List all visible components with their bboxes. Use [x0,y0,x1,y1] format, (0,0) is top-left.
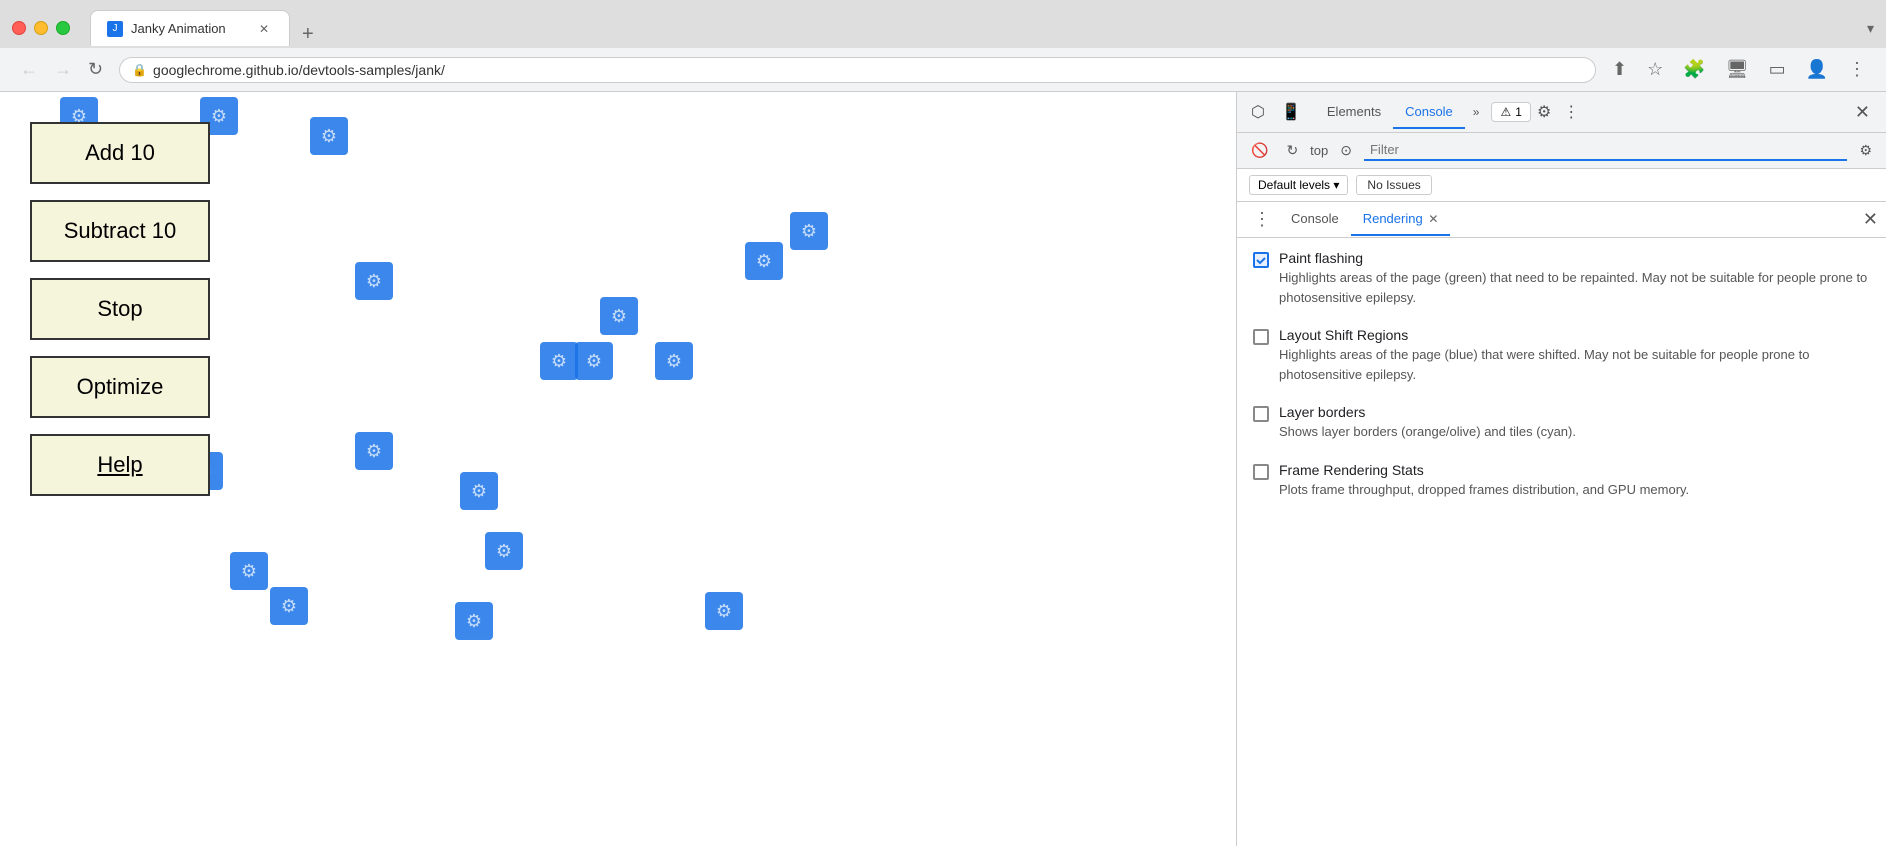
traffic-lights [12,21,70,35]
blue-square [460,472,498,510]
address-text: googlechrome.github.io/devtools-samples/… [153,62,1583,78]
layer-borders-checkbox[interactable] [1253,406,1269,422]
profile-button[interactable]: 👤 [1798,55,1836,84]
console-levels-bar: Default levels ▾ No Issues [1237,169,1886,202]
tab-dropdown-button[interactable]: ▾ [1867,20,1874,37]
warning-count: 1 [1515,105,1522,119]
blue-square [540,342,578,380]
add-10-button[interactable]: Add 10 [30,122,210,184]
tab-bar: J Janky Animation ✕ + [90,10,1867,46]
devtools-panel: ⬡ 📱 Elements Console » ⚠ 1 ⚙ ⋮ ✕ 🚫 ↻ top… [1236,92,1886,846]
warning-badge: ⚠ 1 [1491,102,1530,122]
console-settings-button[interactable]: ⚙ [1853,140,1878,161]
console-tab[interactable]: Console [1393,96,1465,129]
blue-square [745,242,783,280]
reload-page-button[interactable]: ↻ [1280,140,1304,161]
devtools-close-button[interactable]: ✕ [1847,98,1878,127]
active-tab[interactable]: J Janky Animation ✕ [90,10,290,46]
warning-icon: ⚠ [1500,105,1511,119]
close-button[interactable] [12,21,26,35]
devtools-more-options-button[interactable]: ⋮ [1557,98,1585,126]
tab-title: Janky Animation [131,21,247,36]
default-levels-button[interactable]: Default levels ▾ [1249,175,1348,195]
rendering-item-frame-rendering-stats: Frame Rendering Stats Plots frame through… [1253,462,1870,500]
drawer-close-button[interactable]: ✕ [1863,209,1878,230]
nav-bar: ← → ↻ 🔒 googlechrome.github.io/devtools-… [0,48,1886,92]
stop-button[interactable]: Stop [30,278,210,340]
console-filter-toggle[interactable]: ⊙ [1334,140,1358,161]
layout-shift-regions-description: Highlights areas of the page (blue) that… [1279,345,1870,384]
optimize-button[interactable]: Optimize [30,356,210,418]
rendering-item-paint-flashing: Paint flashing Highlights areas of the pa… [1253,250,1870,307]
paint-flashing-description: Highlights areas of the page (green) tha… [1279,268,1870,307]
drawer-rendering-tab[interactable]: Rendering ✕ [1351,203,1451,236]
devtools-settings-button[interactable]: ⚙ [1531,98,1557,126]
inspect-element-button[interactable]: ⬡ [1245,98,1271,126]
frame-rendering-stats-checkbox[interactable] [1253,464,1269,480]
clear-console-button[interactable]: 🚫 [1245,140,1274,161]
elements-tab[interactable]: Elements [1315,96,1393,129]
extension-button[interactable]: 🧩 [1675,55,1713,84]
page-content: Add 10 Subtract 10 Stop Optimize Help [0,92,1236,846]
blue-square [600,297,638,335]
levels-label: Default levels ▾ [1258,178,1339,192]
layer-borders-description: Shows layer borders (orange/olive) and t… [1279,422,1870,442]
console-context-selector[interactable]: top [1310,143,1328,158]
tab-close-button[interactable]: ✕ [255,20,273,38]
paint-flashing-title: Paint flashing [1279,250,1870,266]
frame-rendering-stats-description: Plots frame throughput, dropped frames d… [1279,480,1870,500]
tab-favicon: J [107,21,123,37]
new-tab-button[interactable]: + [294,23,322,46]
blue-square [355,432,393,470]
menu-button[interactable]: ⋮ [1840,55,1874,84]
address-bar[interactable]: 🔒 googlechrome.github.io/devtools-sample… [119,57,1596,83]
blue-square [270,587,308,625]
rendering-item-layout-shift-regions: Layout Shift Regions Highlights areas of … [1253,327,1870,384]
blue-square [705,592,743,630]
drawer-console-tab[interactable]: Console [1279,203,1351,236]
layout-shift-regions-title: Layout Shift Regions [1279,327,1870,343]
frame-rendering-stats-title: Frame Rendering Stats [1279,462,1870,478]
layer-borders-title: Layer borders [1279,404,1870,420]
rendering-panel: Paint flashing Highlights areas of the pa… [1237,238,1886,846]
help-button[interactable]: Help [30,434,210,496]
blue-square [455,602,493,640]
device-toolbar-button[interactable]: 📱 [1275,98,1307,126]
content-area: Add 10 Subtract 10 Stop Optimize Help ⬡ … [0,92,1886,846]
rendering-tab-close[interactable]: ✕ [1428,212,1438,226]
forward-button[interactable]: → [46,55,80,84]
page-buttons: Add 10 Subtract 10 Stop Optimize Help [30,122,210,496]
console-filter-input[interactable] [1364,140,1847,161]
minimize-button[interactable] [34,21,48,35]
drawer-more-button[interactable]: ⋮ [1245,205,1279,234]
no-issues-button[interactable]: No Issues [1356,175,1431,195]
more-tabs-button[interactable]: » [1465,101,1488,123]
lock-icon: 🔒 [132,63,147,77]
paint-flashing-checkbox[interactable] [1253,252,1269,268]
blue-square [355,262,393,300]
subtract-10-button[interactable]: Subtract 10 [30,200,210,262]
sidebar-button[interactable]: ▭ [1761,55,1794,84]
back-button[interactable]: ← [12,55,46,84]
blue-square [655,342,693,380]
nav-actions: ⬆ ☆ 🧩 🖥 ▭ 👤 ⋮ [1604,55,1874,84]
blue-square [230,552,268,590]
blue-square [310,117,348,155]
reload-button[interactable]: ↻ [80,55,111,84]
cast-button[interactable]: 🖥 [1718,55,1757,84]
devtools-tabs: ⬡ 📱 Elements Console » ⚠ 1 ⚙ ⋮ ✕ [1237,92,1886,132]
share-button[interactable]: ⬆ [1604,55,1635,84]
devtools-icon-buttons: ⬡ 📱 [1245,98,1307,126]
blue-square [485,532,523,570]
bookmark-button[interactable]: ☆ [1639,55,1671,84]
devtools-header: ⬡ 📱 Elements Console » ⚠ 1 ⚙ ⋮ ✕ [1237,92,1886,133]
rendering-item-layer-borders: Layer borders Shows layer borders (orange… [1253,404,1870,442]
blue-square [790,212,828,250]
blue-square [575,342,613,380]
layout-shift-regions-checkbox[interactable] [1253,329,1269,345]
drawer-tabs: ⋮ Console Rendering ✕ ✕ [1237,202,1886,238]
fullscreen-button[interactable] [56,21,70,35]
devtools-toolbar: 🚫 ↻ top ⊙ ⚙ [1237,133,1886,169]
